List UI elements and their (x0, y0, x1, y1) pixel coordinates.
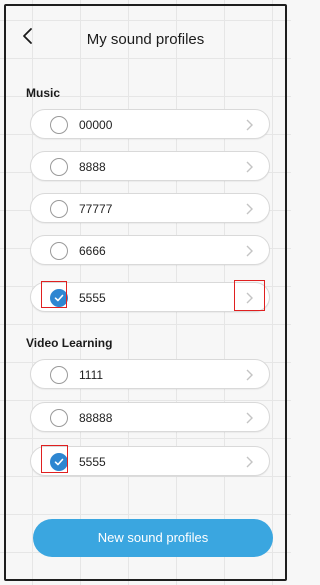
profile-name: 5555 (79, 455, 106, 469)
profile-name: 77777 (79, 202, 113, 216)
new-sound-profile-button[interactable]: New sound profiles (33, 519, 273, 557)
profile-row[interactable]: 8888 (30, 151, 270, 181)
section-label-video-learning: Video Learning (26, 336, 113, 350)
profile-name: 8888 (79, 160, 106, 174)
radio-unchecked-icon[interactable] (50, 242, 68, 260)
profile-row[interactable]: 1111 (30, 359, 270, 389)
radio-unchecked-icon[interactable] (50, 409, 68, 427)
chevron-right-icon[interactable] (245, 118, 255, 132)
profile-name: 88888 (79, 411, 113, 425)
chevron-right-icon[interactable] (245, 411, 255, 425)
profile-name: 1111 (79, 368, 104, 382)
radio-checked-icon[interactable] (50, 289, 68, 307)
section-label-music: Music (26, 86, 61, 100)
profile-name: 6666 (79, 244, 106, 258)
profile-row[interactable]: 88888 (30, 402, 270, 432)
profile-row-selected[interactable]: 5555 (30, 282, 270, 312)
header: My sound profiles (6, 6, 285, 62)
radio-unchecked-icon[interactable] (50, 116, 68, 134)
profile-row-selected[interactable]: 5555 (30, 446, 270, 476)
page-title: My sound profiles (86, 31, 205, 48)
profile-row[interactable]: 00000 (30, 109, 270, 139)
radio-unchecked-icon[interactable] (50, 200, 68, 218)
radio-unchecked-icon[interactable] (50, 366, 68, 384)
chevron-right-icon[interactable] (245, 291, 255, 305)
chevron-right-icon[interactable] (245, 455, 255, 469)
screen-frame: My sound profiles Music 00000 8888 77777… (4, 4, 287, 581)
radio-unchecked-icon[interactable] (50, 158, 68, 176)
profile-name: 00000 (79, 118, 113, 132)
chevron-right-icon[interactable] (245, 202, 255, 216)
chevron-right-icon[interactable] (245, 368, 255, 382)
chevron-right-icon[interactable] (245, 160, 255, 174)
chevron-right-icon[interactable] (245, 244, 255, 258)
profile-name: 5555 (79, 291, 106, 305)
profile-row[interactable]: 77777 (30, 193, 270, 223)
radio-checked-icon[interactable] (50, 453, 68, 471)
profile-row[interactable]: 6666 (30, 235, 270, 265)
